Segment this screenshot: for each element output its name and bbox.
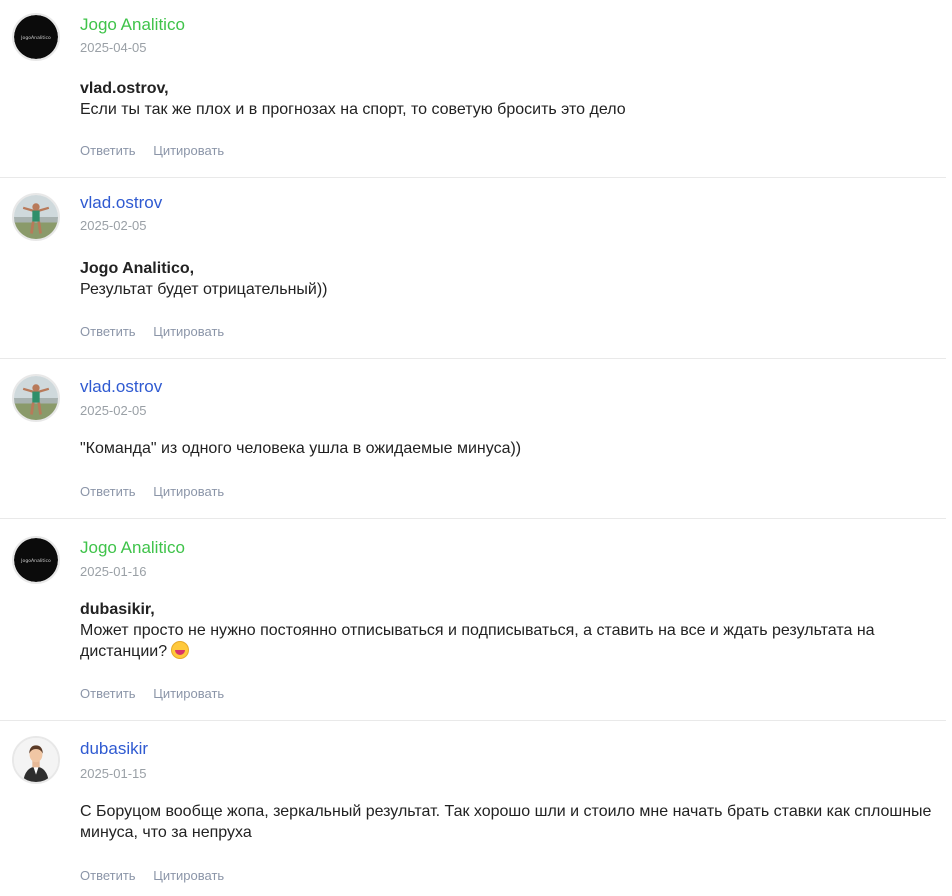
comment-body: Jogo Analitico, Результат будет отрицате… bbox=[80, 258, 940, 300]
comment-body: С Боруцом вообще жопа, зеркальный резуль… bbox=[80, 801, 940, 843]
comment-text: Может просто не нужно постоянно отписыва… bbox=[80, 622, 875, 660]
comment-item: dubasikir 2025-01-15 С Боруцом вообще жо… bbox=[0, 721, 946, 896]
reply-button[interactable]: Ответить bbox=[80, 484, 136, 499]
comment-date: 2025-01-16 bbox=[80, 564, 147, 579]
comment-date: 2025-04-05 bbox=[80, 40, 147, 55]
man-in-suit-avatar[interactable] bbox=[12, 736, 60, 784]
quote-button[interactable]: Цитировать bbox=[153, 143, 224, 158]
person-photo-icon bbox=[14, 195, 58, 239]
comment-author-link[interactable]: vlad.ostrov bbox=[80, 377, 162, 397]
mention-name: vlad.ostrov, bbox=[80, 80, 169, 97]
reply-button[interactable]: Ответить bbox=[80, 324, 136, 339]
comment-author-link[interactable]: dubasikir bbox=[80, 739, 148, 759]
person-photo-icon bbox=[14, 376, 58, 420]
jogo-logo-icon: JogoAnalitico bbox=[14, 15, 58, 59]
svg-text:JogoAnalitico: JogoAnalitico bbox=[20, 35, 51, 41]
comment-actions: Ответить Цитировать bbox=[80, 868, 238, 884]
jogo-logo-avatar[interactable]: JogoAnalitico bbox=[12, 536, 60, 584]
person-photo-avatar[interactable] bbox=[12, 374, 60, 422]
comment-item: JogoAnalitico Jogo Analitico 2025-04-05 … bbox=[0, 0, 946, 178]
quote-button[interactable]: Цитировать bbox=[153, 686, 224, 701]
comment-body: vlad.ostrov, Если ты так же плох и в про… bbox=[80, 78, 940, 120]
comment-text: С Боруцом вообще жопа, зеркальный резуль… bbox=[80, 803, 932, 841]
person-photo-avatar[interactable] bbox=[12, 193, 60, 241]
quote-button[interactable]: Цитировать bbox=[153, 868, 224, 883]
jogo-logo-icon: JogoAnalitico bbox=[14, 538, 58, 582]
comment-actions: Ответить Цитировать bbox=[80, 484, 238, 500]
comment-item: vlad.ostrov 2025-02-05 "Команда" из одно… bbox=[0, 359, 946, 519]
reply-button[interactable]: Ответить bbox=[80, 868, 136, 883]
comment-item: JogoAnalitico Jogo Analitico 2025-01-16 … bbox=[0, 519, 946, 721]
comment-item: vlad.ostrov 2025-02-05 Jogo Analitico, Р… bbox=[0, 178, 946, 359]
comment-text: Результат будет отрицательный)) bbox=[80, 281, 328, 298]
quote-button[interactable]: Цитировать bbox=[153, 484, 224, 499]
jogo-logo-avatar[interactable]: JogoAnalitico bbox=[12, 13, 60, 61]
svg-text:JogoAnalitico: JogoAnalitico bbox=[20, 558, 51, 564]
comment-text: "Команда" из одного человека ушла в ожид… bbox=[80, 440, 522, 457]
comment-date: 2025-01-15 bbox=[80, 766, 147, 781]
comment-date: 2025-02-05 bbox=[80, 403, 147, 418]
comment-actions: Ответить Цитировать bbox=[80, 686, 238, 702]
mention-name: dubasikir, bbox=[80, 601, 155, 618]
comment-date: 2025-02-05 bbox=[80, 218, 147, 233]
comment-body: dubasikir, Может просто не нужно постоян… bbox=[80, 599, 940, 662]
comment-author-link[interactable]: Jogo Analitico bbox=[80, 15, 185, 35]
mention-name: Jogo Analitico, bbox=[80, 260, 195, 277]
man-in-suit-icon bbox=[14, 738, 58, 782]
grinning-sweat-emoji-icon bbox=[171, 641, 190, 659]
reply-button[interactable]: Ответить bbox=[80, 143, 136, 158]
reply-button[interactable]: Ответить bbox=[80, 686, 136, 701]
quote-button[interactable]: Цитировать bbox=[153, 324, 224, 339]
comment-author-link[interactable]: Jogo Analitico bbox=[80, 538, 185, 558]
comment-text: Если ты так же плох и в прогнозах на спо… bbox=[80, 101, 626, 118]
comment-actions: Ответить Цитировать bbox=[80, 324, 238, 340]
comment-actions: Ответить Цитировать bbox=[80, 143, 238, 159]
comment-body: "Команда" из одного человека ушла в ожид… bbox=[80, 438, 940, 459]
comment-author-link[interactable]: vlad.ostrov bbox=[80, 193, 162, 213]
